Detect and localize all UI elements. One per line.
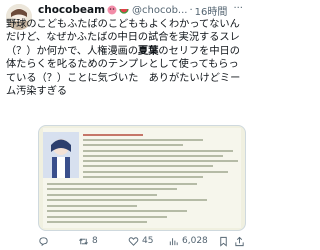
share-icon <box>235 236 244 246</box>
media-text-line <box>83 176 203 178</box>
bookmark-icon <box>220 236 227 247</box>
tweet-card[interactable]: chocobeam @chocob... · 16時間 ··· 野球のこどもふた… <box>0 0 247 250</box>
media-character-illustration <box>43 132 79 178</box>
media-text-line <box>83 144 183 146</box>
media-text-line <box>47 194 157 196</box>
media-text-line <box>83 165 213 167</box>
watermelon-emoji <box>119 8 129 14</box>
separator-dot: · <box>189 4 193 16</box>
media-text-line <box>83 155 223 157</box>
media-text-line <box>47 221 147 223</box>
tweet-actions-bar: 8 45 6,028 <box>38 234 244 248</box>
views-button[interactable]: 6,028 <box>168 236 208 247</box>
media-text-line <box>47 199 207 201</box>
more-options-icon[interactable]: ··· <box>233 3 243 14</box>
bookmark-button[interactable] <box>218 236 229 247</box>
like-count: 45 <box>142 236 154 246</box>
media-text-line <box>47 188 177 190</box>
retweet-button[interactable]: 8 <box>78 236 98 247</box>
reply-button[interactable] <box>38 236 52 247</box>
tweet-header: chocobeam @chocob... · 16時間 <box>38 3 244 18</box>
media-text-line <box>47 210 187 212</box>
media-text-line <box>47 183 197 185</box>
share-button[interactable] <box>234 236 245 247</box>
media-text-line <box>47 205 137 207</box>
post-time[interactable]: 16時間 <box>195 3 228 18</box>
media-text-line <box>83 160 238 162</box>
display-name[interactable]: chocobeam <box>38 4 105 16</box>
pink-blob-emoji <box>107 5 117 15</box>
retweet-icon <box>79 237 88 245</box>
view-count: 6,028 <box>182 236 208 246</box>
media-text-line <box>83 134 143 136</box>
tweet-media-image[interactable] <box>38 125 246 231</box>
tweet-text-bold: 夏葉 <box>138 45 159 57</box>
user-handle[interactable]: @chocob... <box>132 5 187 16</box>
media-screenshot <box>43 128 241 228</box>
views-chart-icon <box>169 237 178 245</box>
retweet-count: 8 <box>92 236 98 246</box>
media-text-line <box>83 171 228 173</box>
reply-icon <box>39 236 48 246</box>
media-text-line <box>83 150 233 152</box>
tweet-text: 野球のこどもふたばのこどももよくわかってないんだけど、なぜかふたばの中日の試合を… <box>6 18 244 98</box>
media-text-line <box>83 139 203 141</box>
media-text-line <box>47 216 167 218</box>
like-button[interactable]: 45 <box>128 236 153 247</box>
heart-icon <box>128 236 139 246</box>
